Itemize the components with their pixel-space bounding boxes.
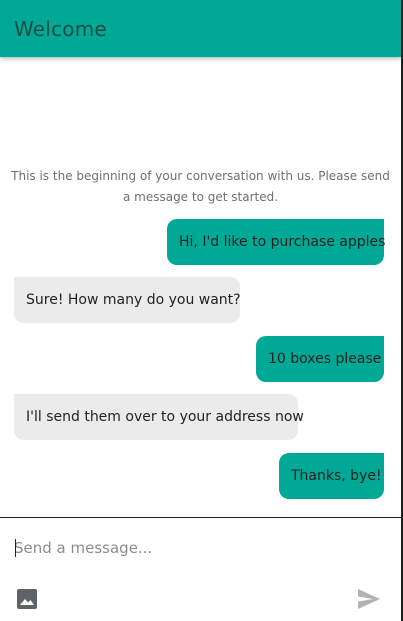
outgoing-message: Thanks, bye! [279, 453, 384, 499]
image-icon [17, 589, 37, 609]
composer-divider [0, 517, 401, 518]
outgoing-message: Hi, I'd like to purchase apples [167, 219, 385, 265]
incoming-message: I'll send them over to your address now [14, 394, 304, 440]
header-title: Welcome [14, 17, 107, 41]
incoming-message: Sure! How many do you want? [14, 277, 241, 323]
message-composer [14, 534, 384, 562]
send-button[interactable] [356, 587, 382, 611]
app-header: Welcome [0, 0, 401, 57]
outgoing-message: 10 boxes please [256, 336, 384, 382]
attach-image-button[interactable] [15, 587, 39, 611]
send-icon [358, 589, 380, 609]
chat-app: Welcome This is the beginning of your co… [0, 0, 403, 621]
text-caret [15, 539, 16, 557]
conversation-intro: This is the beginning of your conversati… [11, 169, 390, 204]
message-input[interactable] [14, 534, 384, 562]
